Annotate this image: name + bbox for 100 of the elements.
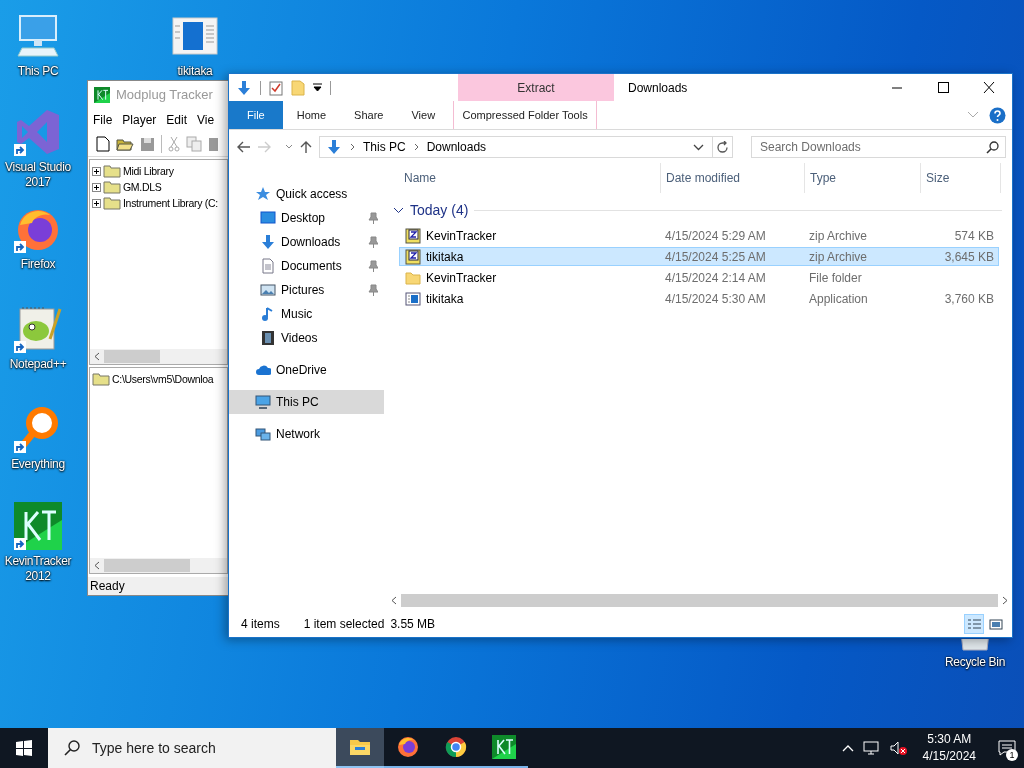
- document-icon: [260, 258, 276, 274]
- expander-icon[interactable]: [92, 198, 101, 208]
- chevron-right-icon: [413, 143, 419, 151]
- ribbon-tab[interactable]: Share: [340, 101, 398, 129]
- recent-locations-icon[interactable]: [285, 144, 293, 150]
- column-header[interactable]: Size: [921, 163, 1001, 193]
- expander-icon[interactable]: [92, 166, 101, 176]
- nav-item[interactable]: Music: [229, 302, 384, 326]
- nav-item[interactable]: OneDrive: [229, 358, 384, 382]
- menu-item[interactable]: Edit: [166, 113, 188, 127]
- scrollbar[interactable]: [90, 349, 227, 364]
- icon-label[interactable]: Recycle Bin: [940, 655, 1010, 670]
- context-tab-header: Extract: [458, 74, 614, 101]
- file-type: zip Archive: [808, 249, 869, 264]
- file-name: tikitaka: [426, 249, 464, 264]
- refresh-icon[interactable]: [716, 140, 729, 154]
- column-header[interactable]: Type: [805, 163, 921, 193]
- breadcrumb[interactable]: This PC: [363, 140, 406, 154]
- search-icon: [64, 740, 80, 756]
- down-arrow-icon[interactable]: [236, 79, 252, 96]
- file-size: 574 KB: [953, 228, 995, 243]
- chevron-right-icon: [350, 143, 355, 151]
- column-header[interactable]: Name: [399, 163, 661, 193]
- nav-item[interactable]: Downloads: [229, 230, 384, 254]
- chevron-down-icon[interactable]: [393, 206, 404, 214]
- dropdown-icon[interactable]: [693, 143, 704, 151]
- file-date: 4/15/2024 2:14 AM: [664, 270, 767, 285]
- file-size: 3,760 KB: [943, 291, 995, 306]
- scrollbar[interactable]: [90, 558, 227, 573]
- file-row[interactable]: KevinTracker 4/15/2024 5:29 AM zip Archive 574 KB: [399, 226, 999, 245]
- file-size: 3,645 KB: [943, 249, 995, 264]
- file-date: 4/15/2024 5:29 AM: [664, 228, 767, 243]
- nav-item[interactable]: Videos: [229, 326, 384, 350]
- ribbon-tab[interactable]: View: [397, 101, 450, 129]
- status-text: 3.55 MB: [390, 617, 436, 631]
- network-icon: [255, 426, 271, 442]
- menu-item[interactable]: File: [93, 113, 113, 127]
- menu-item[interactable]: Player: [122, 113, 157, 127]
- network-icon[interactable]: [862, 740, 881, 756]
- properties-icon[interactable]: [269, 79, 283, 96]
- details-view-icon: [966, 617, 982, 631]
- chrome-icon: [444, 735, 468, 759]
- dropdown-icon[interactable]: [313, 83, 322, 92]
- menu-item[interactable]: Vie: [197, 113, 215, 127]
- kt-logo-icon[interactable]: [14, 502, 62, 550]
- ribbon-loop-icon[interactable]: [14, 108, 62, 156]
- folder-icon: [103, 164, 121, 178]
- file-row[interactable]: tikitaka 4/15/2024 5:30 AM Application 3,760 KB: [399, 289, 999, 308]
- tree-item[interactable]: Midi Library: [123, 165, 174, 177]
- film-icon: [260, 330, 276, 346]
- column-header[interactable]: Date modified: [661, 163, 805, 193]
- clock[interactable]: 5:30 AM 4/15/2024: [916, 731, 982, 765]
- group-header[interactable]: Today (4): [410, 202, 469, 218]
- folder-path: C:\Users\vm5\Downloa: [112, 373, 214, 385]
- fox-globe-icon: [396, 735, 420, 759]
- nav-item[interactable]: Quick access: [229, 182, 384, 206]
- nav-item[interactable]: Network: [229, 422, 384, 446]
- tree-item[interactable]: Instrument Library (C:: [123, 197, 218, 209]
- new-document-icon[interactable]: [96, 136, 110, 152]
- search-field[interactable]: Type here to search: [48, 728, 336, 768]
- chevron-up-icon[interactable]: [841, 744, 854, 752]
- ribbon-tab[interactable]: Home: [282, 101, 341, 129]
- file-type: zip Archive: [808, 228, 869, 243]
- nav-item[interactable]: Documents: [229, 254, 384, 278]
- folder-icon: [103, 196, 121, 210]
- nav-item[interactable]: This PC: [229, 390, 384, 414]
- kt-logo-icon: [492, 735, 516, 759]
- back-arrow-icon[interactable]: [237, 141, 251, 153]
- file-row[interactable]: tikitaka 4/15/2024 5:25 AM zip Archive 3,645 KB: [399, 247, 999, 266]
- file-menu-tab[interactable]: File: [229, 101, 283, 129]
- nav-item[interactable]: Desktop: [229, 206, 384, 230]
- up-arrow-icon[interactable]: [299, 140, 313, 154]
- search-field[interactable]: Search Downloads: [751, 136, 1006, 158]
- notification-count: 1: [1006, 749, 1018, 761]
- address-bar[interactable]: This PC Downloads: [319, 136, 733, 158]
- expander-icon[interactable]: [92, 182, 101, 192]
- folder-icon: [405, 269, 421, 286]
- file-type: File folder: [808, 270, 863, 285]
- breadcrumb[interactable]: Downloads: [426, 140, 487, 154]
- taskbar-app[interactable]: [336, 728, 384, 768]
- tree-item[interactable]: GM.DLS: [123, 181, 162, 193]
- notification-button[interactable]: 1: [990, 728, 1024, 768]
- zip-file-icon: [405, 227, 421, 244]
- open-folder-icon[interactable]: [116, 136, 134, 152]
- file-row[interactable]: KevinTracker 4/15/2024 2:14 AM File folder: [399, 268, 999, 287]
- monitor-icon[interactable]: [14, 12, 62, 60]
- file-date: 4/15/2024 5:25 AM: [664, 249, 767, 264]
- file-name: KevinTracker: [426, 228, 497, 243]
- file-name: KevinTracker: [426, 270, 497, 285]
- save-icon[interactable]: [140, 136, 155, 152]
- muted-speaker-icon[interactable]: [889, 740, 908, 756]
- help-icon[interactable]: [989, 106, 1006, 124]
- star-icon: [255, 186, 271, 202]
- window-title: Downloads: [627, 79, 689, 97]
- status-text: 1 item selected: [303, 617, 385, 631]
- down-arrow-icon: [326, 139, 342, 155]
- nav-item[interactable]: Pictures: [229, 278, 384, 302]
- window-icon: [405, 290, 421, 307]
- ribbon-tab[interactable]: Compressed Folder Tools: [453, 101, 598, 129]
- status-text: Ready: [88, 577, 228, 595]
